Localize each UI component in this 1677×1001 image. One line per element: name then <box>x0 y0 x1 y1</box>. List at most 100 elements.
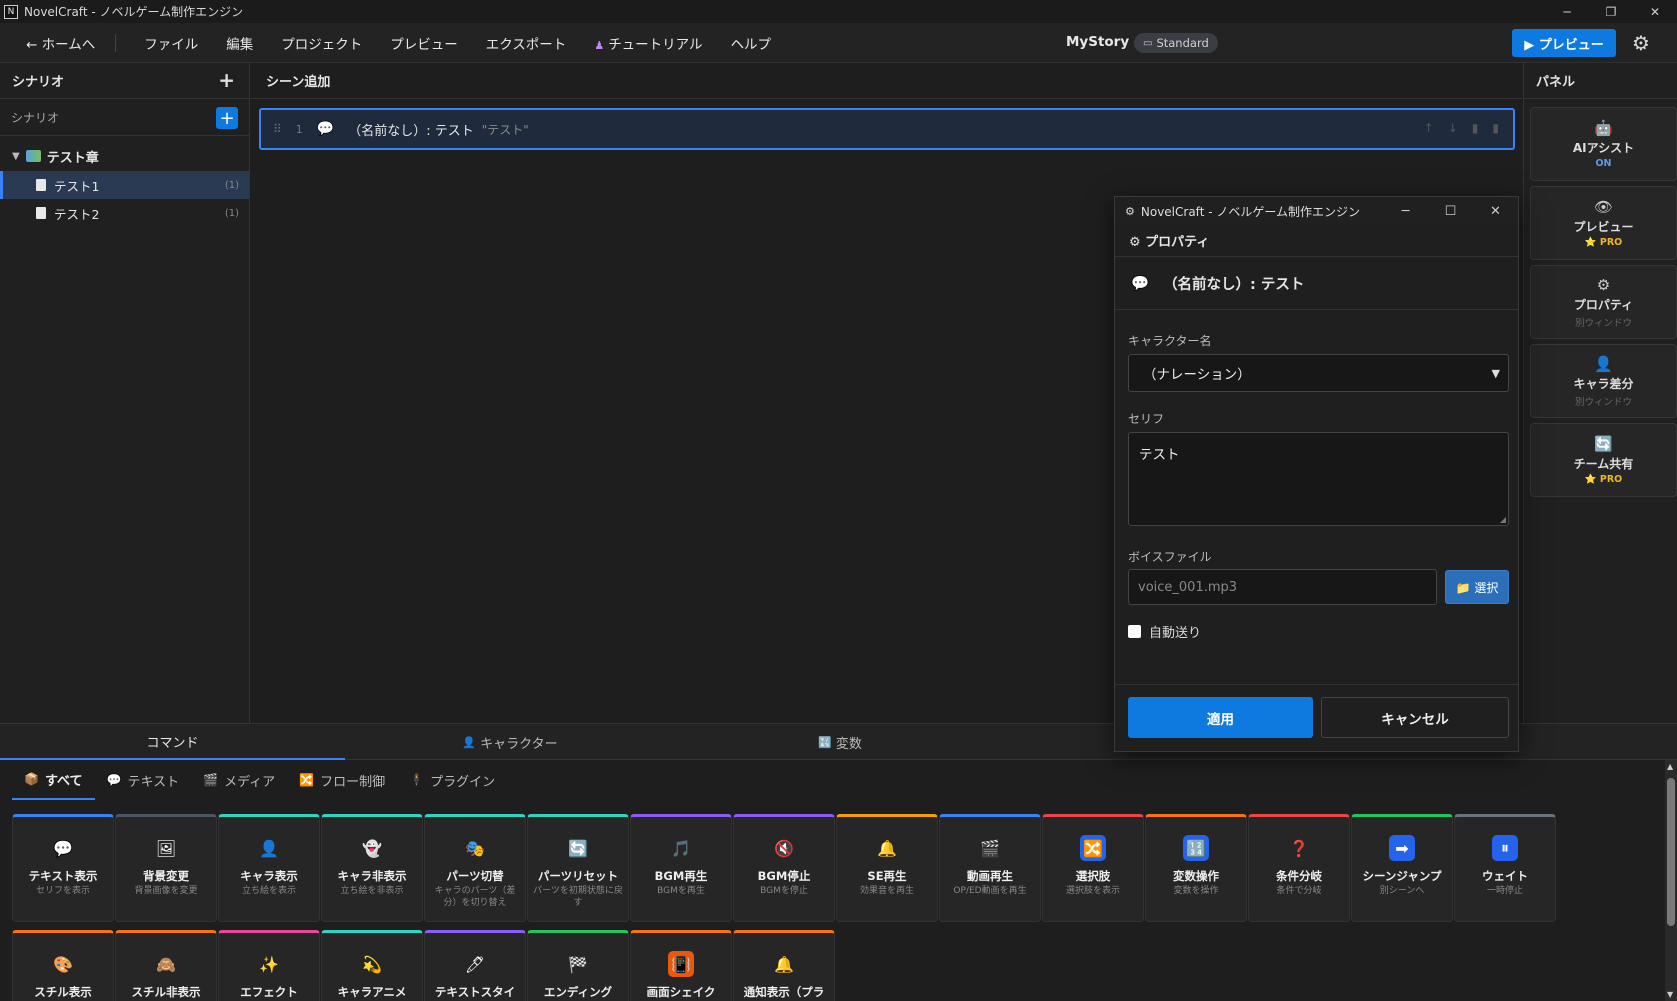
character-select[interactable]: （ナレーション） ▼ <box>1128 354 1509 392</box>
select-file-button[interactable]: 📁 選択 <box>1445 570 1509 604</box>
cancel-button[interactable]: キャンセル <box>1321 697 1509 738</box>
command-tile[interactable]: 🎵 BGM再生 BGMを再生 <box>630 814 732 922</box>
filter-tab-all[interactable]: 📦 すべて <box>12 760 95 800</box>
menu-tutorial[interactable]: ♟ チュートリアル <box>594 33 702 53</box>
scene-count: (1) <box>224 207 239 219</box>
command-tile[interactable]: 🔀 選択肢 選択肢を表示 <box>1042 814 1144 922</box>
filter-tab-plugins[interactable]: 🕴 プラグイン <box>397 760 507 800</box>
panel-card-team-share[interactable]: 🔄 チーム共有 ⭐ PRO <box>1530 423 1677 497</box>
voice-file-input[interactable]: voice_001.mp3 <box>1128 569 1437 605</box>
command-tile[interactable]: 🔄 パーツリセット パーツを初期状態に戻す <box>527 814 629 922</box>
command-desc: 立ち絵を非表示 <box>340 886 404 896</box>
panel-card-character-variants[interactable]: 👤 キャラ差分 別ウィンドウ <box>1530 344 1677 418</box>
auto-advance-checkbox[interactable] <box>1128 625 1141 638</box>
command-tile[interactable]: 📳 画面シェイク <box>630 930 732 1001</box>
command-tile[interactable]: 👤 キャラ表示 立ち絵を表示 <box>218 814 320 922</box>
command-tile[interactable]: ❓ 条件分岐 条件で分岐 <box>1248 814 1350 922</box>
panel-card-properties[interactable]: ⚙ プロパティ 別ウィンドウ <box>1530 265 1677 339</box>
scene-label: テスト2 <box>54 206 100 222</box>
menu-project[interactable]: プロジェクト <box>281 33 362 53</box>
command-name: シーンジャンプ <box>1362 869 1442 883</box>
command-tile[interactable]: ✨ エフェクト <box>218 930 320 1001</box>
filter-tab-text[interactable]: 💬 テキスト <box>95 760 192 800</box>
scrollbar-thumb[interactable] <box>1667 778 1675 926</box>
delete-icon[interactable]: ▮ <box>1492 121 1499 135</box>
command-tile[interactable]: ⏸ ウェイト 一時停止 <box>1454 814 1556 922</box>
command-icon: 🙈 <box>156 954 176 974</box>
home-link[interactable]: ← ホームへ <box>26 33 117 53</box>
menu-help[interactable]: ヘルプ <box>731 33 772 53</box>
maximize-icon[interactable]: ❐ <box>1589 0 1633 23</box>
chevron-down-icon[interactable]: ▼ <box>12 151 20 162</box>
menu-preview[interactable]: プレビュー <box>390 33 458 53</box>
drag-handle-icon[interactable]: ⠿ <box>273 122 282 136</box>
command-tile[interactable]: 🙈 スチル非表示 <box>115 930 217 1001</box>
panel-header: パネル <box>1524 63 1677 99</box>
command-tile[interactable]: 🏁 エンディング <box>527 930 629 1001</box>
command-tile[interactable]: ➡ シーンジャンプ 別シーンへ <box>1351 814 1453 922</box>
command-tile[interactable]: 🔢 変数操作 変数を操作 <box>1145 814 1247 922</box>
chapter-item[interactable]: ▼ テスト章 <box>0 141 249 171</box>
auto-advance-row[interactable]: 自動送り <box>1128 622 1201 641</box>
command-tile[interactable]: 🖊 テキストスタイ <box>424 930 526 1001</box>
scene-item-test2[interactable]: テスト2 (1) <box>0 199 249 227</box>
scroll-down-icon[interactable]: ▼ <box>1667 990 1673 999</box>
settings-icon[interactable]: ⚙ <box>1632 31 1650 55</box>
command-icon: 🔢 <box>1183 835 1209 861</box>
command-label: （名前なし）: テスト <box>348 123 474 139</box>
command-row[interactable]: ⠿ 1 💬 （名前なし）: テスト "テスト" ↑ ↓ ▮ ▮ <box>259 108 1515 150</box>
command-tile[interactable]: 🔇 BGM停止 BGMを停止 <box>733 814 835 922</box>
command-name: BGM再生 <box>654 869 708 883</box>
resize-handle-icon[interactable]: ◢ <box>1500 515 1506 524</box>
flow-control-icon: 🔀 <box>299 773 315 787</box>
copy-icon[interactable]: ▮ <box>1472 121 1479 135</box>
command-icon: 🏁 <box>568 954 588 974</box>
panel-card-label: AIアシスト <box>1572 141 1635 155</box>
add-scene-button[interactable]: + <box>216 107 238 129</box>
app-gear-icon: ⚙ <box>1125 204 1135 218</box>
command-desc: 立ち絵を表示 <box>241 886 296 896</box>
scene-count: (1) <box>224 179 239 191</box>
command-tile[interactable]: 👻 キャラ非表示 立ち絵を非表示 <box>321 814 423 922</box>
minimize-icon[interactable]: ─ <box>1545 0 1589 23</box>
command-tile[interactable]: 🎨 スチル表示 <box>12 930 114 1001</box>
line-textarea[interactable]: テスト ◢ <box>1128 432 1509 526</box>
command-desc: パーツを初期状態に戻す <box>533 886 623 908</box>
add-icon[interactable]: + <box>218 70 235 90</box>
folder-icon <box>25 150 41 162</box>
command-preview: "テスト" <box>481 122 529 137</box>
command-tile[interactable]: 🎭 パーツ切替 キャラのパーツ（差分）を切り替え <box>424 814 526 922</box>
dialog-close-icon[interactable]: ✕ <box>1473 197 1518 225</box>
close-icon[interactable]: ✕ <box>1633 0 1677 23</box>
command-tile[interactable]: 🖼 背景変更 背景画像を変更 <box>115 814 217 922</box>
palette-scrollbar[interactable]: ▲ ▼ <box>1665 760 1677 1001</box>
command-tile[interactable]: 🎬 動画再生 OP/ED動画を再生 <box>939 814 1041 922</box>
panel-card-preview[interactable]: 👁 プレビュー ⭐ PRO <box>1530 186 1677 260</box>
menu-file[interactable]: ファイル <box>144 33 198 53</box>
command-tile[interactable]: 🔔 通知表示（プラ <box>733 930 835 1001</box>
move-down-icon[interactable]: ↓ <box>1448 121 1458 135</box>
line-label: セリフ <box>1128 412 1165 426</box>
tab-characters[interactable]: 👤 キャラクター <box>345 724 675 760</box>
panel-card-sub: ON <box>1595 158 1612 169</box>
dialog-maximize-icon[interactable]: ☐ <box>1428 197 1473 225</box>
command-tile[interactable]: 💫 キャラアニメ <box>321 930 423 1001</box>
media-icon: 🎬 <box>203 773 219 787</box>
dialog-minimize-icon[interactable]: ─ <box>1383 197 1428 225</box>
move-up-icon[interactable]: ↑ <box>1424 121 1434 135</box>
tab-commands[interactable]: コマンド <box>0 724 345 760</box>
scene-item-test1[interactable]: テスト1 (1) <box>0 171 249 199</box>
tab-variables[interactable]: 🔣 変数 <box>675 724 1005 760</box>
filter-tab-media[interactable]: 🎬 メディア <box>191 760 287 800</box>
project-name: MyStory <box>1066 34 1130 50</box>
menu-export[interactable]: エクスポート <box>486 33 567 53</box>
filter-tab-flow-control[interactable]: 🔀 フロー制御 <box>287 760 397 800</box>
command-tile[interactable]: 🔔 SE再生 効果音を再生 <box>836 814 938 922</box>
panel-card-ai-assist[interactable]: 🤖 AIアシスト ON <box>1530 107 1677 181</box>
command-tile[interactable]: 💬 テキスト表示 セリフを表示 <box>12 814 114 922</box>
scroll-up-icon[interactable]: ▲ <box>1667 762 1673 771</box>
apply-button[interactable]: 適用 <box>1128 697 1313 738</box>
preview-button[interactable]: ▶ プレビュー <box>1512 29 1616 57</box>
command-name: パーツ切替 <box>446 869 504 883</box>
menu-edit[interactable]: 編集 <box>226 33 253 53</box>
